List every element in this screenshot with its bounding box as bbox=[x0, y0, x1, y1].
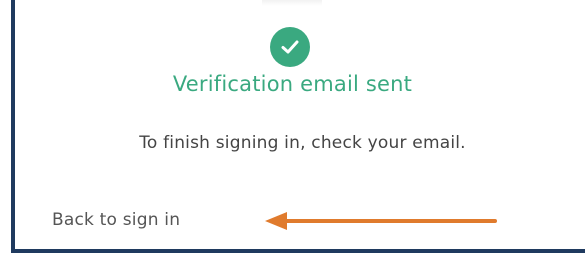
verification-message: To finish signing in, check your email. bbox=[139, 133, 466, 153]
arrow-left-icon bbox=[265, 212, 497, 230]
top-shadow bbox=[262, 0, 322, 6]
checkmark-icon bbox=[281, 40, 299, 54]
verification-title: Verification email sent bbox=[172, 72, 413, 96]
back-to-sign-in-link[interactable]: Back to sign in bbox=[52, 210, 180, 230]
verification-screen: Verification email sent To finish signin… bbox=[0, 0, 585, 256]
check-circle-icon bbox=[270, 27, 310, 67]
